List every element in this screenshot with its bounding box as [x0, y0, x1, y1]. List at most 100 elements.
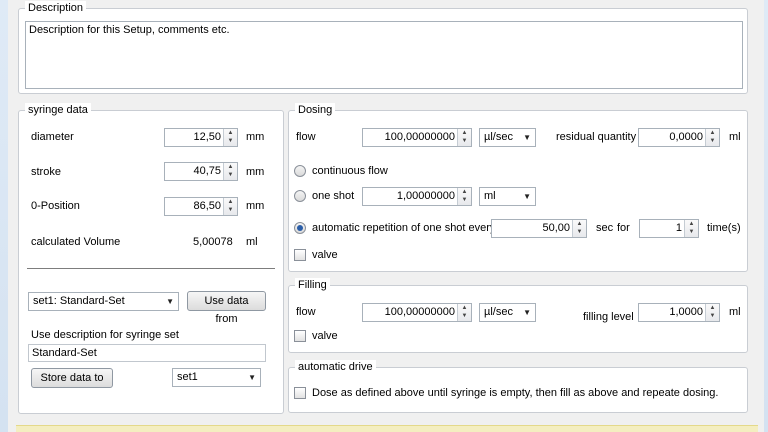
dosing-flow-spinbox[interactable]: 100,00000000 ▲ ▼ [362, 128, 472, 147]
one-shot-radio[interactable] [294, 190, 306, 202]
zero-position-spinbox[interactable]: 86,50 ▲ ▼ [164, 197, 238, 216]
filling-flow-value: 100,00000000 [384, 306, 455, 318]
spin-up-icon[interactable]: ▲ [685, 220, 698, 228]
filling-group-title: Filling [295, 278, 330, 292]
chevron-down-icon: ▼ [523, 133, 531, 142]
stroke-spinbox[interactable]: 40,75 ▲ ▼ [164, 162, 238, 181]
repetition-for-label: for [617, 222, 630, 234]
diameter-spin-buttons[interactable]: ▲ ▼ [223, 129, 237, 146]
filling-flow-label: flow [296, 306, 316, 318]
spin-down-icon[interactable]: ▼ [685, 228, 698, 236]
filling-valve-checkbox[interactable] [294, 330, 306, 342]
use-data-from-button[interactable]: Use data from [187, 291, 266, 325]
spin-up-icon[interactable]: ▲ [458, 304, 471, 312]
residual-quantity-label: residual quantity [556, 131, 637, 143]
automatic-drive-group-title: automatic drive [295, 360, 376, 374]
spin-up-icon[interactable]: ▲ [573, 220, 586, 228]
diameter-spinbox[interactable]: 12,50 ▲ ▼ [164, 128, 238, 147]
filling-level-spinbox[interactable]: 1,0000 ▲ ▼ [638, 303, 720, 322]
status-bar [16, 425, 758, 432]
one-shot-spin-buttons[interactable]: ▲ ▼ [457, 188, 471, 205]
syringe-description-input[interactable]: Standard-Set [28, 344, 266, 362]
filling-flow-spinbox[interactable]: 100,00000000 ▲ ▼ [362, 303, 472, 322]
diameter-value: 12,50 [193, 131, 221, 143]
spin-up-icon[interactable]: ▲ [224, 129, 237, 137]
zero-position-value: 86,50 [193, 200, 221, 212]
description-textarea[interactable]: Description for this Setup, comments etc… [25, 21, 743, 89]
filling-level-unit: ml [729, 306, 741, 318]
spin-up-icon[interactable]: ▲ [458, 188, 471, 196]
one-shot-label: one shot [312, 190, 355, 202]
filling-flow-spin-buttons[interactable]: ▲ ▼ [457, 304, 471, 321]
diameter-unit: mm [246, 131, 265, 143]
repetition-interval-unit: sec [596, 222, 614, 234]
spin-down-icon[interactable]: ▼ [706, 312, 719, 320]
chevron-down-icon: ▼ [523, 308, 531, 317]
repetition-interval-value: 50,00 [542, 222, 570, 234]
spin-up-icon[interactable]: ▲ [458, 129, 471, 137]
one-shot-unit-value: ml [484, 190, 496, 202]
filling-level-label: filling level [583, 311, 634, 323]
zero-position-unit: mm [246, 200, 265, 212]
dosing-valve-label: valve [312, 249, 338, 261]
chevron-down-icon: ▼ [166, 297, 174, 306]
dosing-flow-value: 100,00000000 [384, 131, 455, 143]
description-group-title: Description [25, 1, 87, 15]
calculated-volume-unit: ml [246, 236, 258, 248]
one-shot-spinbox[interactable]: 1,00000000 ▲ ▼ [362, 187, 472, 206]
automatic-drive-label: Dose as defined above until syringe is e… [312, 387, 719, 399]
stroke-spin-buttons[interactable]: ▲ ▼ [223, 163, 237, 180]
dosing-flow-label: flow [296, 131, 316, 143]
filling-flow-unit-select[interactable]: µl/sec ▼ [479, 303, 536, 322]
spin-up-icon[interactable]: ▲ [706, 129, 719, 137]
automatic-repetition-label: automatic repetition of one shot every [312, 222, 496, 234]
chevron-down-icon: ▼ [523, 192, 531, 201]
calculated-volume-value: 5,00078 [193, 236, 233, 248]
residual-quantity-spinbox[interactable]: 0,0000 ▲ ▼ [638, 128, 720, 147]
one-shot-value: 1,00000000 [396, 190, 455, 202]
syringe-set-value: set1: Standard-Set [33, 295, 125, 307]
continuous-flow-radio[interactable] [294, 165, 306, 177]
store-data-to-button[interactable]: Store data to [31, 368, 113, 388]
syringe-group-title: syringe data [25, 103, 91, 117]
dosing-group-title: Dosing [295, 103, 336, 117]
spin-down-icon[interactable]: ▼ [706, 137, 719, 145]
spin-up-icon[interactable]: ▲ [224, 163, 237, 171]
spin-down-icon[interactable]: ▼ [224, 137, 237, 145]
stroke-label: stroke [31, 166, 61, 178]
filling-valve-label: valve [312, 330, 338, 342]
repetition-count-value: 1 [675, 222, 682, 234]
repetition-count-spin-buttons[interactable]: ▲ ▼ [684, 220, 698, 237]
zero-position-spin-buttons[interactable]: ▲ ▼ [223, 198, 237, 215]
continuous-flow-label: continuous flow [312, 165, 388, 177]
spin-down-icon[interactable]: ▼ [458, 312, 471, 320]
repetition-interval-spin-buttons[interactable]: ▲ ▼ [572, 220, 586, 237]
store-set-value: set1 [177, 371, 198, 383]
spin-up-icon[interactable]: ▲ [706, 304, 719, 312]
spin-down-icon[interactable]: ▼ [224, 171, 237, 179]
store-set-select[interactable]: set1 ▼ [172, 368, 261, 387]
automatic-repetition-radio[interactable] [294, 222, 306, 234]
spin-down-icon[interactable]: ▼ [224, 206, 237, 214]
filling-level-spin-buttons[interactable]: ▲ ▼ [705, 304, 719, 321]
syringe-description-value: Standard-Set [32, 347, 97, 359]
residual-spin-buttons[interactable]: ▲ ▼ [705, 129, 719, 146]
chevron-down-icon: ▼ [248, 373, 256, 382]
spin-up-icon[interactable]: ▲ [224, 198, 237, 206]
spin-down-icon[interactable]: ▼ [573, 228, 586, 236]
automatic-drive-checkbox[interactable] [294, 387, 306, 399]
repetition-interval-spinbox[interactable]: 50,00 ▲ ▼ [491, 219, 587, 238]
syringe-set-select[interactable]: set1: Standard-Set ▼ [28, 292, 179, 311]
repetition-count-spinbox[interactable]: 1 ▲ ▼ [639, 219, 699, 238]
filling-flow-unit-value: µl/sec [484, 306, 513, 318]
dosing-valve-checkbox[interactable] [294, 249, 306, 261]
filling-level-value: 1,0000 [669, 306, 703, 318]
residual-quantity-value: 0,0000 [669, 131, 703, 143]
one-shot-unit-select[interactable]: ml ▼ [479, 187, 536, 206]
spin-down-icon[interactable]: ▼ [458, 137, 471, 145]
spin-down-icon[interactable]: ▼ [458, 196, 471, 204]
dosing-flow-unit-select[interactable]: µl/sec ▼ [479, 128, 536, 147]
repetition-times-label: time(s) [707, 222, 741, 234]
zero-position-label: 0-Position [31, 200, 80, 212]
dosing-flow-spin-buttons[interactable]: ▲ ▼ [457, 129, 471, 146]
